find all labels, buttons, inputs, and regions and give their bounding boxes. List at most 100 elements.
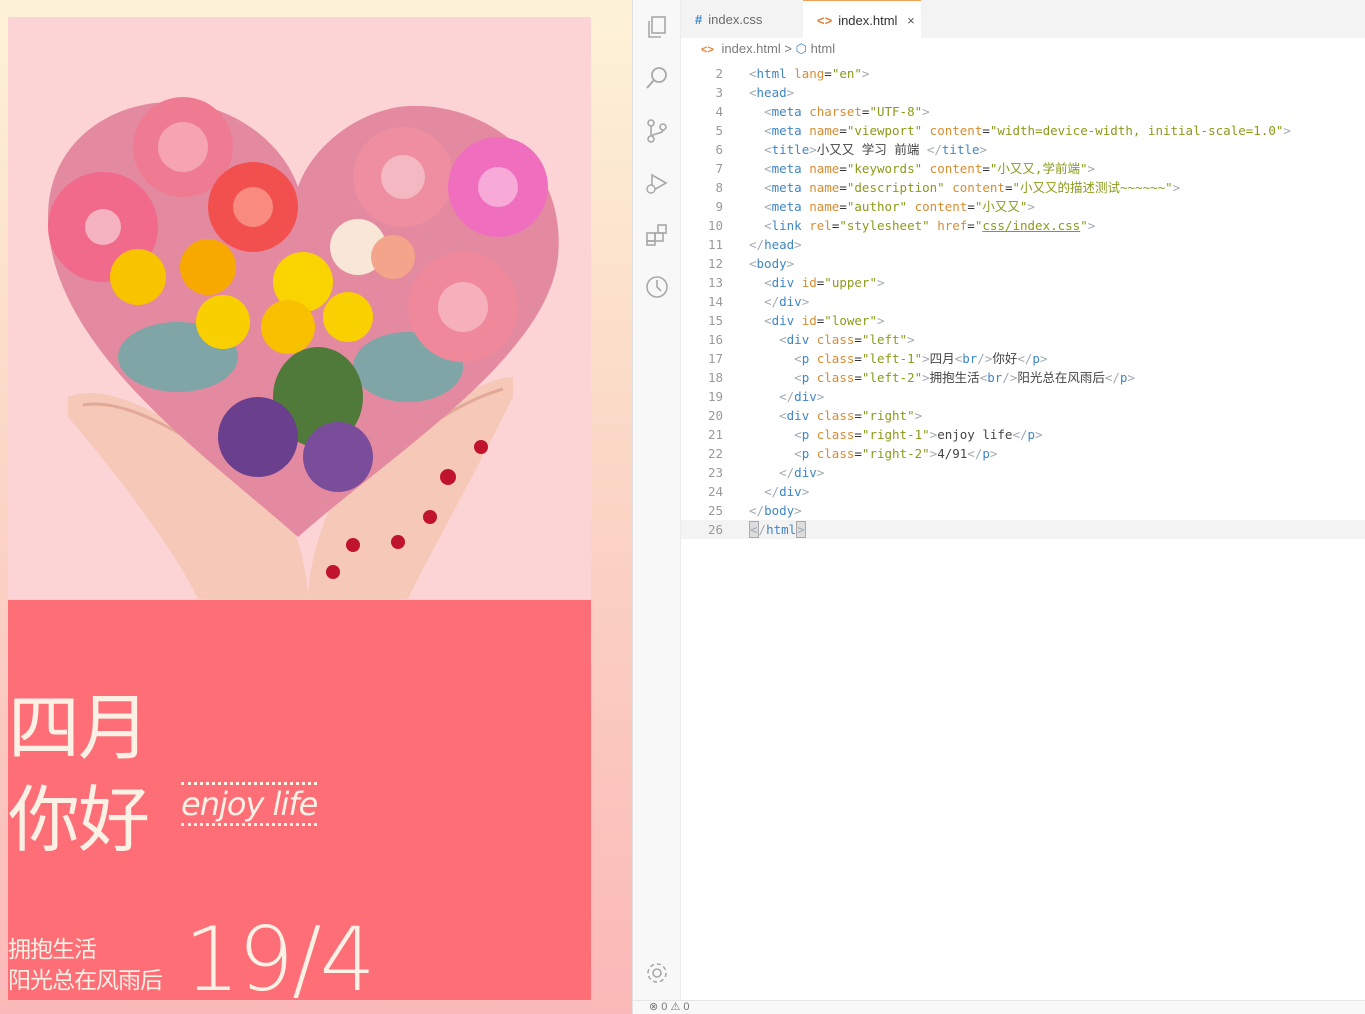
css-file-icon: # [695, 12, 703, 27]
line-text[interactable]: <meta name="description" content="小又又的描述… [749, 178, 1180, 197]
tab-index-html[interactable]: <> index.html × [803, 0, 921, 38]
code-line[interactable]: 16 <div class="left"> [681, 330, 1365, 349]
code-line[interactable]: 9 <meta name="author" content="小又又"> [681, 197, 1365, 216]
line-text[interactable]: <div class="left"> [749, 330, 915, 349]
explorer-icon[interactable] [644, 14, 670, 40]
line-number: 19 [707, 389, 723, 404]
extensions-icon[interactable] [644, 222, 670, 248]
timeline-icon[interactable] [644, 274, 670, 300]
line-text[interactable]: <p class="right-2">4/91</p> [749, 444, 997, 463]
line-text[interactable]: </div> [749, 292, 809, 311]
code-line[interactable]: 13 <div id="upper"> [681, 273, 1365, 292]
line-number: 22 [707, 446, 723, 461]
source-control-icon[interactable] [644, 118, 670, 144]
flower-heart-hands-image [48, 97, 559, 599]
breadcrumb-separator: > [784, 41, 792, 56]
line-number: 10 [707, 218, 723, 233]
line-number: 15 [707, 313, 723, 328]
line-text[interactable]: </head> [749, 235, 802, 254]
code-line[interactable]: 4 <meta charset="UTF-8"> [681, 102, 1365, 121]
line-text[interactable]: <p class="right-1">enjoy life</p> [749, 425, 1042, 444]
left-1-greeting: 四月 你好 [8, 682, 150, 866]
code-editor: # index.css <> index.html × <> index.html … [632, 0, 1365, 1014]
line-text[interactable]: <div class="right"> [749, 406, 922, 425]
line-text[interactable]: <p class="left-2">拥抱生活<br/>阳光总在风雨后</p> [749, 368, 1135, 387]
code-line[interactable]: 10 <link rel="stylesheet" href="css/inde… [681, 216, 1365, 235]
code-line[interactable]: 5 <meta name="viewport" content="width=d… [681, 121, 1365, 140]
line-number: 9 [715, 199, 723, 214]
line-number: 23 [707, 465, 723, 480]
breadcrumb: <> index.html > ⬡ html [681, 38, 1365, 60]
line-number: 5 [715, 123, 723, 138]
lower-text-panel: 四月 你好 enjoy life 拥抱生活 阳光总在风雨后 19/4 [8, 600, 591, 1010]
line-text[interactable]: <html lang="en"> [749, 64, 869, 83]
line-text[interactable]: <meta name="keywords" content="小又又,学前端"> [749, 159, 1095, 178]
line-number: 12 [707, 256, 723, 271]
line-text[interactable]: <meta charset="UTF-8"> [749, 102, 930, 121]
line-text[interactable]: <body> [749, 254, 794, 273]
line-text[interactable]: <meta name="viewport" content="width=dev… [749, 121, 1291, 140]
html-file-icon: <> [817, 13, 833, 28]
close-tab-icon[interactable]: × [907, 13, 915, 28]
line-number: 2 [715, 66, 723, 81]
line-text[interactable]: <title>小又又 学习 前端 </title> [749, 140, 987, 159]
right-2-date: 19/4 [184, 908, 376, 1011]
activity-bar [633, 0, 681, 1001]
line-text[interactable]: <head> [749, 83, 794, 102]
code-line[interactable]: 3 <head> [681, 83, 1365, 102]
breadcrumb-file[interactable]: index.html [721, 41, 780, 56]
upper-image-panel [8, 17, 591, 599]
html-file-icon: <> [701, 44, 714, 56]
code-line[interactable]: 14 </div> [681, 292, 1365, 311]
code-line[interactable]: 11 </head> [681, 235, 1365, 254]
code-line[interactable]: 23 </div> [681, 463, 1365, 482]
line-text[interactable]: <div id="lower"> [749, 311, 884, 330]
code-line[interactable]: 6 <title>小又又 学习 前端 </title> [681, 140, 1365, 159]
line-number: 25 [707, 503, 723, 518]
line-number: 4 [715, 104, 723, 119]
line-text[interactable]: </div> [749, 463, 824, 482]
code-line[interactable]: 24 </div> [681, 482, 1365, 501]
settings-gear-icon[interactable] [644, 960, 670, 986]
code-line[interactable]: 20 <div class="right"> [681, 406, 1365, 425]
line-number: 11 [707, 237, 723, 252]
code-line[interactable]: 15 <div id="lower"> [681, 311, 1365, 330]
code-line[interactable]: 8 <meta name="description" content="小又又的… [681, 178, 1365, 197]
motto-line-2: 阳光总在风雨后 [8, 968, 163, 994]
line-text[interactable]: </div> [749, 482, 809, 501]
code-line[interactable]: 12 <body> [681, 254, 1365, 273]
tab-label: index.html [838, 13, 898, 28]
line-number: 7 [715, 161, 723, 176]
line-text[interactable]: <div id="upper"> [749, 273, 884, 292]
line-number: 3 [715, 85, 723, 100]
line-text[interactable]: <link rel="stylesheet" href="css/index.c… [749, 216, 1095, 235]
search-icon[interactable] [644, 65, 670, 91]
motto-line-1: 拥抱生活 [8, 937, 97, 963]
greeting-line-2: 你好 [8, 778, 150, 862]
code-line[interactable]: 2 <html lang="en"> [681, 64, 1365, 83]
line-text[interactable]: <p class="left-1">四月<br/>你好</p> [749, 349, 1047, 368]
status-bar: ⊗ 0 ⚠ 0 [633, 1000, 1365, 1014]
line-text[interactable]: </html> [749, 520, 806, 539]
line-number: 16 [707, 332, 723, 347]
code-line[interactable]: 18 <p class="left-2">拥抱生活<br/>阳光总在风雨后</p… [681, 368, 1365, 387]
run-debug-icon[interactable] [644, 170, 670, 196]
code-line[interactable]: 17 <p class="left-1">四月<br/>你好</p> [681, 349, 1365, 368]
line-number: 13 [707, 275, 723, 290]
code-line[interactable]: 26 </html> [681, 520, 1365, 539]
line-text[interactable]: <meta name="author" content="小又又"> [749, 197, 1035, 216]
line-text[interactable]: </body> [749, 501, 802, 520]
code-line[interactable]: 21 <p class="right-1">enjoy life</p> [681, 425, 1365, 444]
problems-count[interactable]: ⊗ 0 ⚠ 0 [649, 1001, 689, 1013]
line-number: 17 [707, 351, 723, 366]
code-line[interactable]: 19 </div> [681, 387, 1365, 406]
code-line[interactable]: 22 <p class="right-2">4/91</p> [681, 444, 1365, 463]
tab-index-css[interactable]: # index.css [681, 0, 803, 38]
code-line[interactable]: 7 <meta name="keywords" content="小又又,学前端… [681, 159, 1365, 178]
page-preview: 四月 你好 enjoy life 拥抱生活 阳光总在风雨后 19/4 [0, 0, 632, 1014]
line-number: 24 [707, 484, 723, 499]
code-area[interactable]: 2 <html lang="en"> 3 <head> 4 <meta charset=… [681, 64, 1365, 1001]
line-text[interactable]: </div> [749, 387, 824, 406]
breadcrumb-node[interactable]: html [811, 41, 836, 56]
code-line[interactable]: 25 </body> [681, 501, 1365, 520]
